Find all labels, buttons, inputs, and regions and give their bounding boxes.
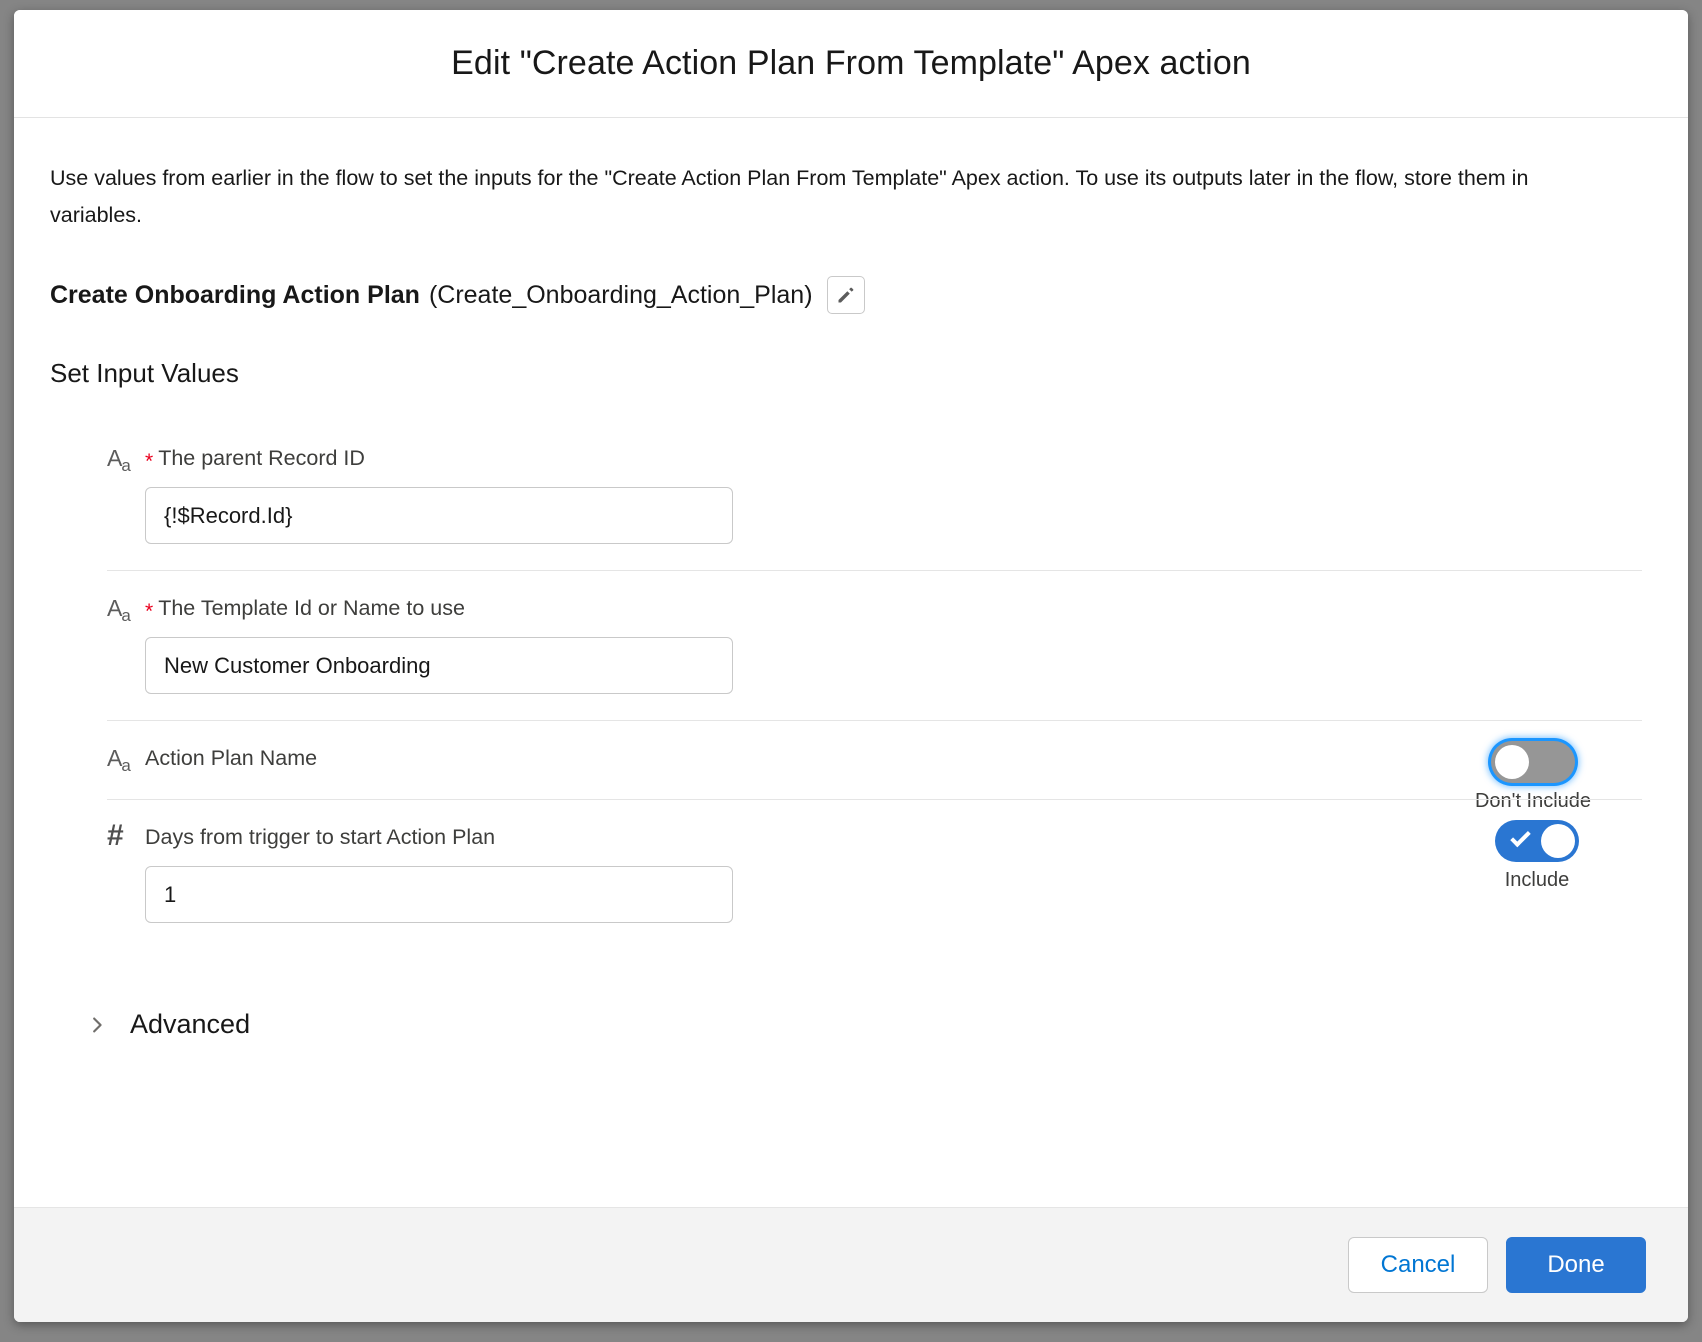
input-rows-list: Aa * The parent Record ID Aa * The Templ… bbox=[50, 421, 1642, 949]
element-api-name: (Create_Onboarding_Action_Plan) bbox=[428, 280, 813, 309]
input-row-head: # Days from trigger to start Action Plan bbox=[107, 819, 1642, 852]
include-toggle-group: Include bbox=[1462, 820, 1612, 892]
edit-label-button[interactable] bbox=[826, 276, 865, 314]
input-label: Action Plan Name bbox=[145, 745, 318, 770]
modal-description: Use values from earlier in the flow to s… bbox=[50, 166, 1529, 227]
modal-body: Use values from earlier in the flow to s… bbox=[14, 118, 1688, 1207]
input-label: The Template Id or Name to use bbox=[158, 595, 465, 620]
toggle-knob bbox=[1541, 824, 1575, 858]
input-row: # Days from trigger to start Action Plan… bbox=[107, 799, 1642, 949]
text-type-icon: Aa bbox=[107, 744, 131, 775]
text-type-icon: Aa bbox=[107, 594, 131, 625]
modal-footer: Cancel Done bbox=[14, 1207, 1688, 1322]
advanced-section-toggle[interactable]: Advanced bbox=[86, 1009, 250, 1040]
days-from-trigger-include-toggle[interactable] bbox=[1495, 820, 1579, 862]
template-id-or-name-input[interactable] bbox=[145, 637, 733, 694]
set-input-values-heading: Set Input Values bbox=[50, 358, 239, 388]
element-name-row: Create Onboarding Action Plan (Create_On… bbox=[50, 276, 1642, 314]
input-row-head: Aa * The Template Id or Name to use bbox=[107, 593, 1642, 625]
required-marker: * bbox=[145, 599, 154, 623]
parent-record-id-input[interactable] bbox=[145, 487, 733, 544]
pencil-icon bbox=[835, 285, 856, 306]
toggle-knob bbox=[1495, 745, 1529, 779]
cancel-button[interactable]: Cancel bbox=[1348, 1237, 1488, 1293]
page-title: Edit "Create Action Plan From Template" … bbox=[451, 44, 1251, 82]
text-type-icon: Aa bbox=[107, 444, 131, 475]
input-label: Days from trigger to start Action Plan bbox=[145, 824, 496, 849]
check-icon bbox=[1510, 826, 1531, 848]
required-marker: * bbox=[145, 449, 154, 473]
input-row-head: Aa Action Plan Name bbox=[107, 743, 1642, 775]
number-type-icon: # bbox=[107, 819, 124, 852]
chevron-right-icon bbox=[86, 1014, 108, 1036]
edit-apex-action-modal: Edit "Create Action Plan From Template" … bbox=[14, 10, 1688, 1322]
advanced-label: Advanced bbox=[130, 1009, 251, 1039]
element-label: Create Onboarding Action Plan bbox=[50, 280, 420, 309]
input-row-head: Aa * The parent Record ID bbox=[107, 443, 1642, 475]
action-plan-name-include-toggle[interactable] bbox=[1491, 741, 1575, 783]
toggle-state-label: Include bbox=[1504, 869, 1570, 891]
done-button[interactable]: Done bbox=[1506, 1237, 1646, 1293]
input-row: Aa * The parent Record ID bbox=[107, 421, 1642, 570]
modal-header: Edit "Create Action Plan From Template" … bbox=[14, 10, 1688, 118]
input-row: Aa * The Template Id or Name to use bbox=[107, 570, 1642, 720]
input-row: Aa Action Plan Name Don't Include bbox=[107, 720, 1642, 812]
input-label: The parent Record ID bbox=[158, 445, 365, 470]
days-from-trigger-input[interactable] bbox=[145, 866, 733, 923]
